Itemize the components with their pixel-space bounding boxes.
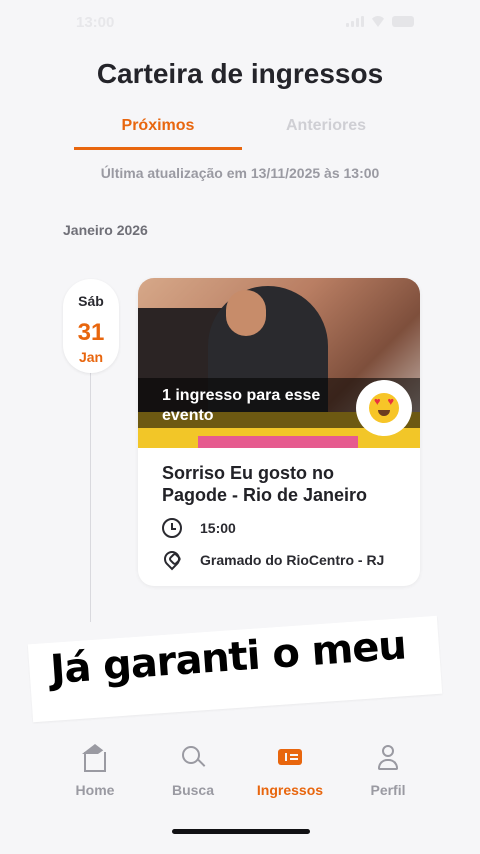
nav-home-label: Home [75,782,115,798]
tab-proximos[interactable]: Próximos [74,112,242,150]
event-image-head [226,290,266,336]
event-month: Jan [78,349,104,365]
nav-ingressos[interactable]: Ingressos [240,744,340,804]
nav-perfil[interactable]: Perfil [338,744,438,804]
event-time: 15:00 [200,520,236,536]
emoji-badge [356,380,412,436]
home-icon [82,744,118,772]
location-pin-icon [160,547,184,571]
home-indicator [172,829,310,834]
event-image-sign-stripe [198,436,358,448]
nav-busca[interactable]: Busca [143,744,243,804]
heart-eyes-emoji-icon [369,393,399,423]
nav-home[interactable]: Home [45,744,145,804]
nav-busca-label: Busca [171,782,215,798]
ticket-icon [277,744,303,770]
bottom-nav: Home Busca Ingressos Perfil [0,736,480,854]
page-title: Carteira de ingressos [96,58,384,89]
status-bar: 13:00 [0,0,480,48]
status-time: 13:00 [76,14,115,31]
nav-perfil-label: Perfil [370,782,406,798]
timeline-line [90,370,91,622]
event-day: 31 [77,319,105,346]
tab-anteriores[interactable]: Anteriores [242,112,410,150]
event-card[interactable]: 1 ingresso para esse evento Sorriso Eu g… [138,278,420,586]
status-icons [346,16,414,27]
battery-icon [392,16,414,27]
last-update-text: Última atualização em 13/11/2025 às 13:0… [100,165,380,181]
wifi-icon [370,16,386,27]
event-time-row: 15:00 [162,518,236,538]
nav-ingressos-label: Ingressos [256,782,324,798]
ticket-count-text: 1 ingresso para esse evento [162,387,321,424]
event-title: Sorriso Eu gosto no Pagode - Rio de Jane… [162,463,368,505]
event-venue-row: Gramado do RioCentro - RJ [160,547,385,571]
signal-icon [346,16,364,27]
month-group-label: Janeiro 2026 [63,222,148,238]
event-weekday: Sáb [78,293,104,309]
person-icon [375,744,401,770]
event-date-pill: Sáb 31 Jan [63,279,119,373]
tabs: Próximos Anteriores [74,112,420,152]
clock-icon [162,518,182,538]
event-venue: Gramado do RioCentro - RJ [200,552,385,568]
search-icon [180,744,206,770]
